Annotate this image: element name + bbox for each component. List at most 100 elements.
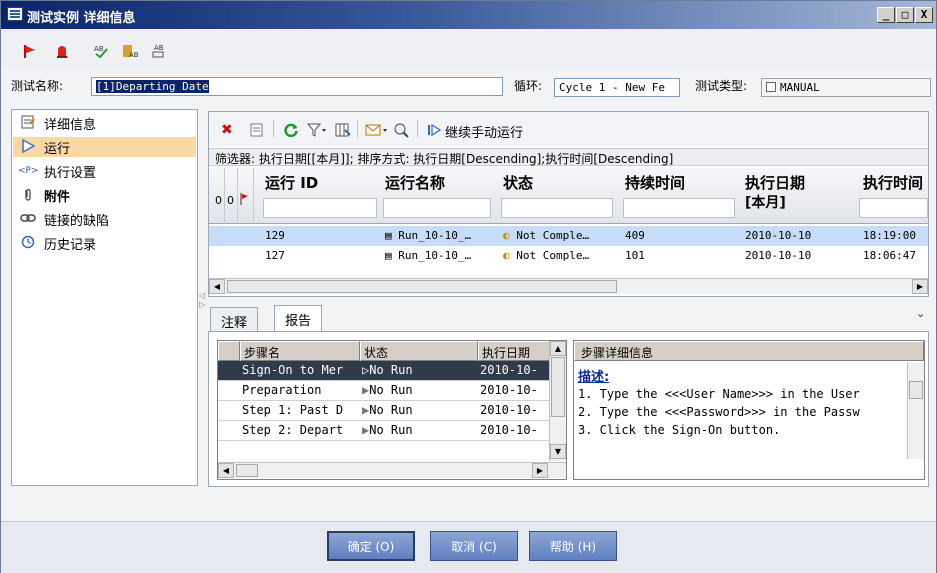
scroll-left-button[interactable]: ◀ (209, 279, 225, 294)
table-row[interactable]: 129 ▤ Run_10-10_… ◐ Not Comple… 409 2010… (209, 226, 928, 246)
cycle-field[interactable]: Cycle 1 - New Fe (554, 78, 680, 97)
steps-vertical-scrollbar[interactable]: ▲ ▼ (549, 341, 566, 461)
scroll-thumb[interactable] (551, 357, 565, 417)
maximize-button[interactable]: □ (896, 7, 914, 23)
cycle-label: 循环: (514, 79, 543, 93)
col-header-duration[interactable]: 持续时间 (625, 172, 685, 193)
svg-text:AB: AB (94, 45, 104, 53)
col-header-exec-time[interactable]: 执行时间 (863, 172, 923, 193)
nav-item-linked-defects[interactable]: 链接的缺陷 (13, 209, 196, 229)
mail-icon[interactable] (365, 122, 389, 142)
step-name: Step 1: Past D (242, 403, 344, 417)
attachment-icon (18, 187, 38, 204)
window-title: 测试实例 详细信息 (27, 11, 136, 26)
col-filter-run-name[interactable] (383, 198, 491, 218)
cancel-button[interactable]: 取消 (C) (430, 531, 518, 561)
col-filter-duration[interactable] (623, 198, 735, 218)
step-details-panel: 步骤详细信息 描述: 1. Type the <<<User Name>>> i… (573, 340, 925, 480)
cell-duration: 101 (625, 249, 645, 262)
svg-text:AB: AB (154, 44, 164, 52)
refresh-icon[interactable] (283, 122, 299, 142)
thesaurus-icon[interactable]: AB (121, 43, 139, 59)
spelling-options-icon[interactable]: AB (149, 43, 167, 59)
alert-icon[interactable] (53, 43, 71, 59)
col-header-exec-date-filter: [本月] (745, 195, 786, 211)
runs-horizontal-scrollbar[interactable]: ◀ ▶ (209, 278, 928, 294)
col-header-status[interactable]: 状态 (503, 172, 533, 193)
col-header-run-id[interactable]: 运行 ID (265, 172, 318, 193)
left-nav: 详细信息 运行 <P> 执行设置 附件 链接的缺陷 历史记录 (11, 109, 198, 486)
table-row[interactable]: 127 ▤ Run_10-10_… ◐ Not Comple… 101 2010… (209, 246, 928, 266)
cell-exec-time: 18:19:00 (863, 229, 916, 242)
cell-exec-date: 2010-10-10 (745, 229, 812, 242)
edit-details-icon[interactable] (249, 122, 265, 142)
col-filter-exec-time[interactable] (859, 198, 928, 218)
step-status: ▶No Run (362, 383, 413, 397)
ok-button[interactable]: 确定 (O) (327, 531, 415, 561)
continue-manual-run-button[interactable]: 继续手动运行 (445, 122, 523, 141)
col-header-run-name[interactable]: 运行名称 (385, 172, 445, 193)
steps-col-header-name[interactable]: 步骤名 (240, 341, 360, 361)
search-icon[interactable] (393, 122, 409, 142)
minimize-button[interactable]: _ (877, 7, 895, 23)
close-button[interactable]: X (915, 7, 933, 23)
link-icon (18, 211, 38, 228)
scroll-right-button[interactable]: ▶ (532, 463, 548, 478)
status-not-completed-icon: ◐ (503, 249, 517, 262)
scroll-thumb[interactable] (236, 464, 258, 477)
cell-status: ◐ Not Comple… (503, 249, 590, 262)
header-fields: 测试名称: [1]Departing Date 循环: Cycle 1 - Ne… (1, 73, 936, 101)
table-row[interactable]: Sign-On to Mer ▷No Run 2010-10- (218, 361, 550, 381)
step-date: 2010-10- (480, 403, 538, 417)
help-button[interactable]: 帮助 (H) (529, 531, 617, 561)
nav-item-details[interactable]: 详细信息 (13, 113, 196, 133)
step-status: ▶No Run (362, 423, 413, 437)
nav-item-history[interactable]: 历史记录 (13, 233, 196, 253)
collapse-icon[interactable]: ⌄ (916, 307, 925, 320)
step-date: 2010-10- (480, 363, 538, 377)
spell-check-icon[interactable]: AB (93, 43, 111, 59)
col-filter-run-id[interactable] (263, 198, 377, 218)
main-toolbar: AB AB AB (1, 29, 936, 69)
test-type-field: MANUAL (761, 78, 931, 97)
nav-item-attachments[interactable]: 附件 (13, 185, 196, 205)
attachment-col-icon: 0 (215, 194, 222, 207)
scroll-left-button[interactable]: ◀ (218, 463, 234, 478)
filter-icon[interactable] (306, 122, 327, 142)
col-filter-status[interactable] (501, 198, 613, 218)
col-header-exec-date[interactable]: 执行日期 (745, 172, 805, 193)
continue-run-icon[interactable] (427, 122, 442, 142)
scroll-up-button[interactable]: ▲ (550, 341, 566, 356)
scroll-right-button[interactable]: ▶ (912, 279, 928, 294)
table-row[interactable]: Preparation ▶No Run 2010-10- (218, 381, 550, 401)
run-file-icon: ▤ (385, 229, 399, 242)
nav-item-exec-settings[interactable]: <P> 执行设置 (13, 161, 196, 181)
scroll-thumb[interactable] (909, 381, 923, 399)
test-name-field[interactable]: [1]Departing Date (91, 77, 503, 96)
run-icon (18, 138, 38, 156)
tab-notes[interactable]: 注释 (210, 307, 259, 331)
column-select-icon[interactable] (335, 122, 351, 142)
pane-splitter[interactable]: ◁ ▷ (199, 291, 207, 311)
scroll-thumb[interactable] (227, 280, 617, 293)
cell-run-id: 127 (265, 249, 285, 262)
steps-horizontal-scrollbar[interactable]: ◀ ▶ (218, 462, 566, 478)
table-row[interactable]: Step 1: Past D ▶No Run 2010-10- (218, 401, 550, 421)
nav-item-runs[interactable]: 运行 (13, 137, 196, 157)
tab-report[interactable]: 报告 (274, 305, 323, 332)
table-row[interactable]: Step 2: Depart ▶No Run 2010-10- (218, 421, 550, 441)
delete-icon[interactable]: ✖ (221, 122, 233, 138)
scroll-down-button[interactable]: ▼ (550, 444, 566, 459)
details-vertical-scrollbar[interactable] (907, 363, 924, 459)
manual-test-icon (766, 82, 776, 92)
description-line: 2. Type the <<<Password>>> in the Passw (578, 405, 860, 419)
flag-icon[interactable] (21, 43, 39, 59)
step-status: ▶No Run (362, 403, 413, 417)
lock-col-icon: 0 (227, 194, 234, 207)
cell-duration: 409 (625, 229, 645, 242)
steps-col-header-date[interactable]: 执行日期 (478, 341, 550, 361)
dialog-footer: 确定 (O) 取消 (C) 帮助 (H) (1, 521, 936, 573)
step-name: Preparation (242, 383, 322, 397)
steps-col-header-status[interactable]: 状态 (360, 341, 478, 361)
report-tab-body: 步骤名 状态 执行日期 Sign-On to Mer ▷No Run 2010-… (208, 331, 929, 487)
